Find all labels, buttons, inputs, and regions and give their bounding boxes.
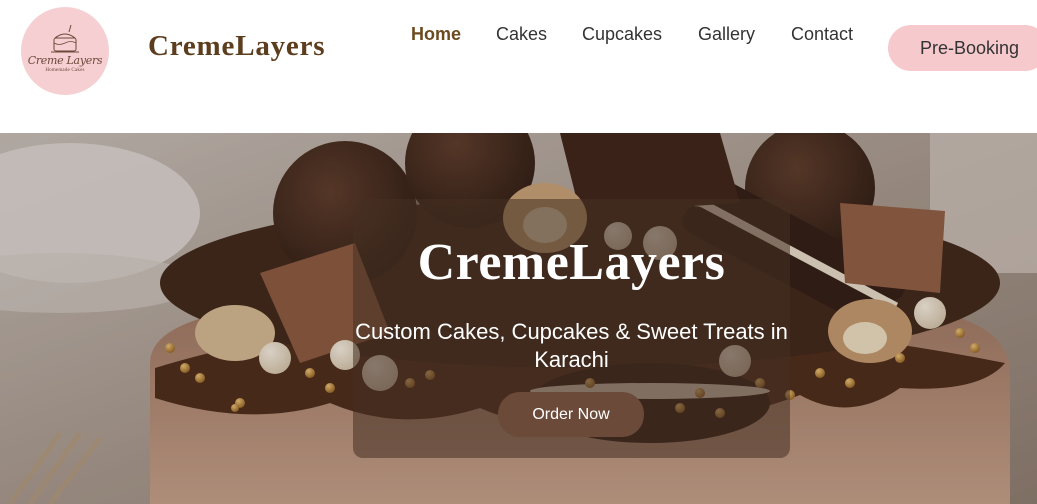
hero-section: CremeLayers Custom Cakes, Cupcakes & Swe… bbox=[0, 133, 1037, 504]
nav-cupcakes[interactable]: Cupcakes bbox=[582, 24, 662, 45]
logo-subtitle: Homemade Cakes bbox=[45, 67, 85, 73]
order-now-button[interactable]: Order Now bbox=[498, 392, 644, 437]
nav-cakes[interactable]: Cakes bbox=[496, 24, 547, 45]
site-header: Creme Layers Homemade Cakes CremeLayers … bbox=[0, 0, 1037, 133]
cake-icon bbox=[51, 24, 79, 52]
brand-name[interactable]: CremeLayers bbox=[148, 30, 325, 63]
nav-contact[interactable]: Contact bbox=[791, 24, 853, 45]
hero-title: CremeLayers bbox=[417, 234, 726, 291]
pre-booking-button[interactable]: Pre-Booking bbox=[888, 25, 1037, 71]
logo[interactable]: Creme Layers Homemade Cakes bbox=[21, 7, 109, 95]
nav-gallery[interactable]: Gallery bbox=[698, 24, 755, 45]
logo-script-text: Creme Layers bbox=[27, 53, 103, 67]
nav-home[interactable]: Home bbox=[411, 24, 461, 45]
hero-subtitle: Custom Cakes, Cupcakes & Sweet Treats in… bbox=[355, 319, 788, 372]
